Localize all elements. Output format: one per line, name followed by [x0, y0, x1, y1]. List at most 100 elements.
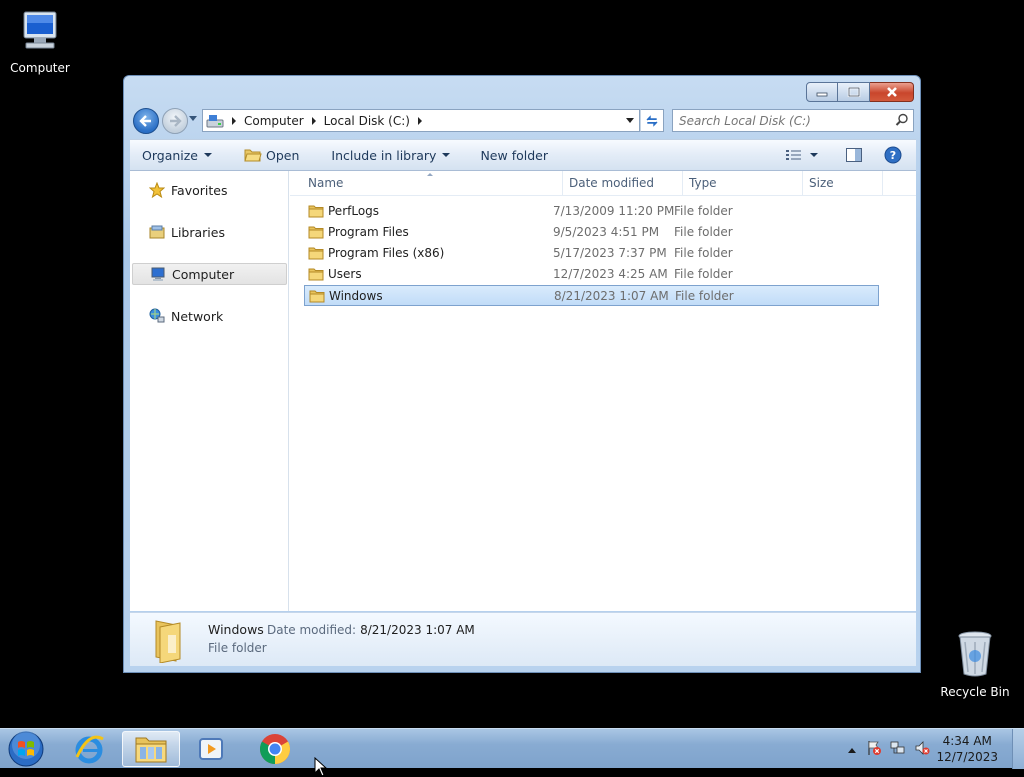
details-pane: Windows Date modified: 8/21/2023 1:07 AM … — [130, 612, 916, 666]
taskbar-media-player-button[interactable] — [182, 731, 240, 767]
column-header-type[interactable]: Type — [683, 171, 803, 196]
chevron-up-icon — [848, 748, 857, 753]
organize-button[interactable]: Organize — [130, 140, 222, 170]
file-explorer-icon — [135, 737, 167, 763]
include-in-library-button[interactable]: Include in library — [309, 140, 460, 170]
taskbar-ie-button[interactable] — [60, 731, 118, 767]
address-drive-icon-wrap — [203, 110, 224, 131]
chevron-down-icon — [810, 153, 818, 157]
nav-item-network[interactable]: Network — [132, 305, 287, 327]
clock[interactable]: 4:34 AM 12/7/2023 — [936, 733, 998, 765]
file-row[interactable]: Program Files (x86) 5/17/2023 7:37 PM Fi… — [304, 243, 879, 264]
file-date: 9/5/2023 4:51 PM — [553, 225, 660, 239]
taskbar-chrome-button[interactable] — [246, 731, 304, 767]
mouse-cursor-icon — [314, 757, 328, 777]
file-row-selected[interactable]: Windows 8/21/2023 1:07 AM File folder — [304, 285, 879, 306]
navigation-pane: Favorites Libraries Computer Network — [130, 171, 289, 611]
file-name: PerfLogs — [328, 204, 380, 218]
chevron-down-icon — [442, 153, 451, 157]
close-button[interactable] — [870, 82, 914, 102]
clock-date: 12/7/2023 — [936, 750, 998, 764]
content-area: Favorites Libraries Computer Network Nam… — [130, 171, 916, 611]
search-input[interactable] — [673, 110, 883, 131]
maximize-button[interactable] — [838, 82, 870, 102]
minimize-button[interactable] — [806, 82, 838, 102]
file-row[interactable]: Program Files 9/5/2023 4:51 PM File fold… — [304, 222, 879, 243]
file-date: 12/7/2023 4:25 AM — [553, 267, 668, 281]
taskbar-explorer-button[interactable] — [122, 731, 180, 767]
file-type: File folder — [674, 267, 733, 281]
nav-item-libraries[interactable]: Libraries — [132, 221, 287, 243]
details-date-value: 8/21/2023 1:07 AM — [360, 623, 475, 637]
start-button[interactable] — [6, 731, 46, 767]
desktop-recycle-bin[interactable]: Recycle Bin — [935, 630, 1015, 699]
recycle-bin-icon — [958, 631, 992, 677]
file-type: File folder — [674, 246, 733, 260]
back-arrow-icon — [139, 115, 151, 127]
organize-label: Organize — [142, 147, 198, 163]
folder-icon — [308, 246, 324, 263]
windows-logo-icon — [8, 731, 44, 767]
breadcrumb-separator-icon[interactable] — [311, 116, 316, 125]
file-type: File folder — [674, 204, 733, 218]
recent-pages-dropdown-icon[interactable] — [189, 116, 197, 121]
address-bar[interactable]: Computer Local Disk (C:) — [202, 109, 640, 132]
search-icon[interactable] — [895, 113, 909, 130]
file-name: Windows — [329, 289, 383, 303]
folder-icon — [308, 204, 324, 221]
minimize-icon — [816, 92, 828, 97]
breadcrumb-computer[interactable]: Computer — [244, 110, 304, 131]
computer-icon — [150, 266, 166, 282]
chevron-down-icon — [626, 117, 634, 123]
chrome-icon — [259, 734, 291, 764]
include-in-library-label: Include in library — [331, 147, 437, 163]
breadcrumb-local-disk[interactable]: Local Disk (C:) — [324, 110, 410, 131]
file-row[interactable]: PerfLogs 7/13/2009 11:20 PM File folder — [304, 201, 879, 222]
column-header-size[interactable]: Size — [803, 171, 883, 196]
details-date-label: Date modified: — [267, 623, 357, 637]
folder-icon — [308, 267, 324, 284]
nav-item-computer[interactable]: Computer — [132, 263, 287, 285]
file-date: 8/21/2023 1:07 AM — [554, 289, 669, 303]
sort-ascending-icon — [427, 173, 433, 176]
open-button[interactable]: Open — [222, 140, 309, 170]
change-view-button[interactable] — [782, 140, 806, 170]
preview-pane-icon — [846, 148, 862, 162]
details-date-modified: Date modified: 8/21/2023 1:07 AM — [267, 623, 475, 637]
clock-time: 4:34 AM — [942, 734, 992, 748]
view-options-dropdown[interactable] — [806, 140, 832, 170]
address-dropdown-button[interactable] — [621, 110, 639, 131]
refresh-button[interactable] — [640, 109, 664, 132]
file-name: Program Files (x86) — [328, 246, 445, 260]
show-hidden-icons-button[interactable] — [848, 742, 857, 756]
back-button[interactable] — [133, 108, 159, 134]
preview-pane-button[interactable] — [832, 140, 876, 170]
drive-icon — [206, 114, 224, 127]
show-desktop-button[interactable] — [1012, 729, 1024, 769]
nav-item-label: Computer — [172, 266, 235, 282]
view-controls: ? — [782, 140, 916, 170]
library-icon — [149, 224, 165, 240]
file-type: File folder — [674, 225, 733, 239]
column-header-date-modified[interactable]: Date modified — [563, 171, 683, 196]
network-icon — [149, 308, 165, 324]
taskbar: 4:34 AM 12/7/2023 — [0, 728, 1024, 769]
column-headers: Name Date modified Type Size — [290, 171, 916, 196]
caption-buttons — [806, 82, 914, 102]
network-status-icon[interactable] — [890, 740, 906, 759]
breadcrumb-separator-icon[interactable] — [232, 116, 236, 125]
nav-item-label: Network — [171, 308, 224, 324]
folder-icon — [308, 225, 324, 242]
new-folder-label: New folder — [480, 147, 548, 163]
file-row[interactable]: Users 12/7/2023 4:25 AM File folder — [304, 264, 879, 285]
action-center-icon[interactable] — [866, 740, 882, 759]
new-folder-button[interactable]: New folder — [460, 140, 558, 170]
folder-icon — [309, 289, 325, 306]
help-button[interactable]: ? — [876, 140, 916, 170]
volume-muted-icon[interactable] — [914, 740, 930, 759]
nav-item-favorites[interactable]: Favorites — [132, 179, 287, 201]
breadcrumb-separator-icon[interactable] — [417, 116, 422, 125]
forward-button[interactable] — [162, 108, 188, 134]
desktop-computer-icon[interactable]: Computer — [0, 10, 80, 75]
navigation-bar: Computer Local Disk (C:) — [132, 106, 914, 136]
